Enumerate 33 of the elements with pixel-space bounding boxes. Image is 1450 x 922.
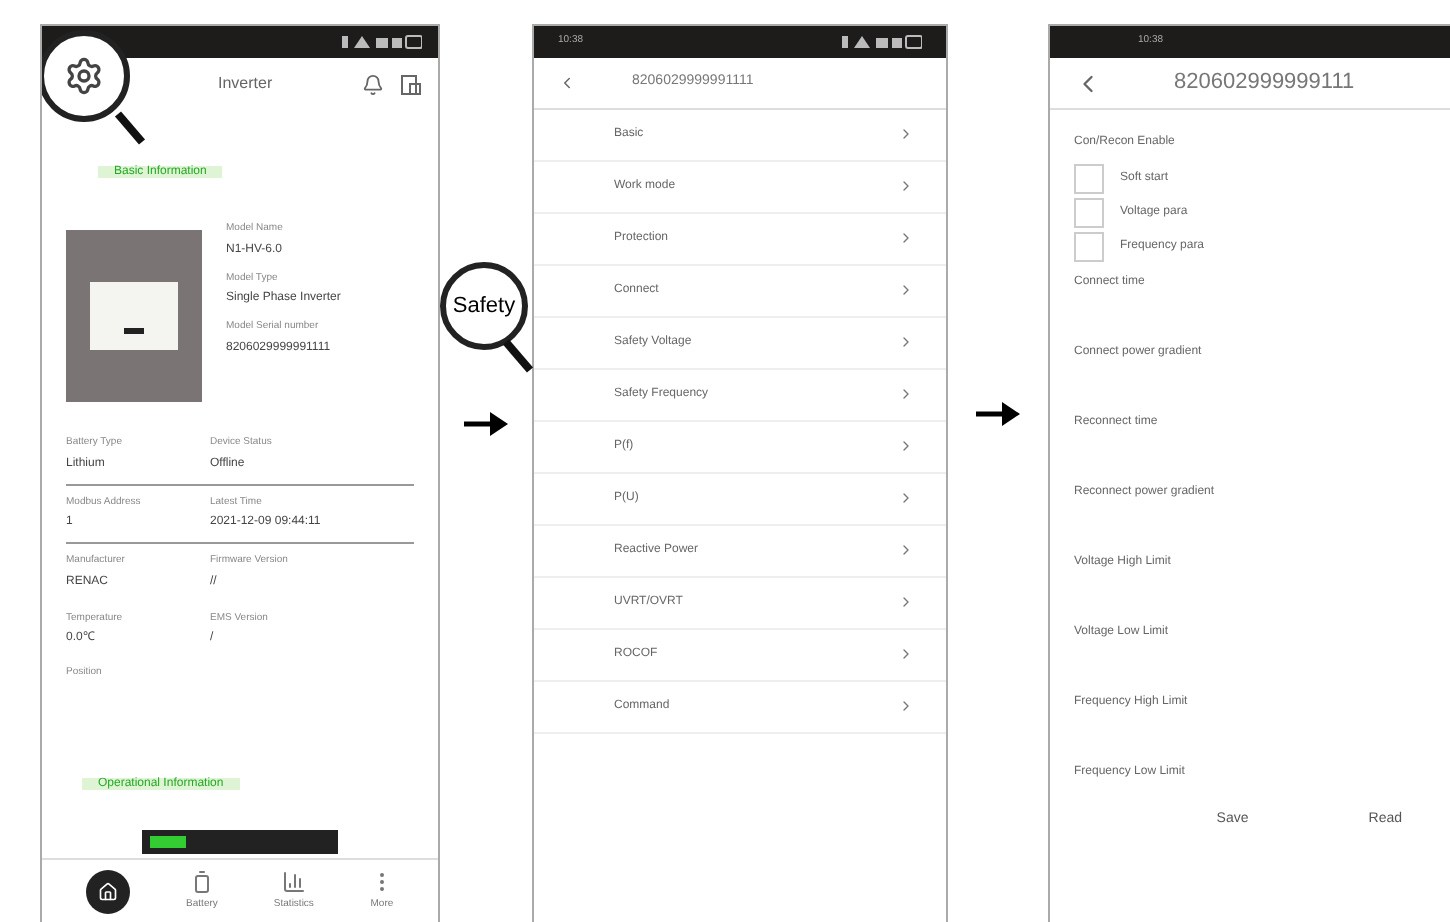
settings-icon (64, 56, 104, 96)
home-icon (98, 881, 119, 901)
chevron-icon (898, 438, 914, 455)
battery-icon (189, 869, 214, 894)
magnifier-lens: Safety (440, 262, 528, 350)
status-icons (342, 34, 422, 50)
right-arrow-icon (464, 412, 508, 436)
status-icons (842, 34, 922, 50)
chevron-icon (898, 490, 914, 507)
chevron-icon (898, 126, 914, 143)
right-arrow-icon (976, 402, 1020, 426)
device-serial: 820602999999111 (1172, 68, 1355, 99)
chevron-icon (898, 230, 914, 247)
screen-title: Inverter (218, 72, 273, 96)
chevron-icon (898, 282, 914, 299)
magnifier-lens[interactable] (42, 30, 130, 122)
home-tab[interactable] (86, 869, 131, 913)
chevron-icon (898, 646, 914, 663)
chevron-icon (898, 334, 914, 351)
bar-chart-icon (281, 869, 306, 894)
magnifier-handle (114, 110, 146, 146)
chevron-icon (898, 542, 914, 559)
magnifier-handle (502, 338, 534, 374)
checkbox[interactable] (1074, 198, 1104, 228)
back-icon[interactable] (558, 74, 576, 92)
chevron-icon (898, 698, 914, 715)
checkbox[interactable] (1074, 164, 1104, 194)
chevron-icon (898, 594, 914, 611)
device-icon[interactable] (400, 73, 422, 95)
bell-icon[interactable] (362, 73, 384, 95)
chevron-icon (898, 178, 914, 195)
chevron-icon (898, 386, 914, 403)
checkbox[interactable] (1074, 232, 1104, 262)
